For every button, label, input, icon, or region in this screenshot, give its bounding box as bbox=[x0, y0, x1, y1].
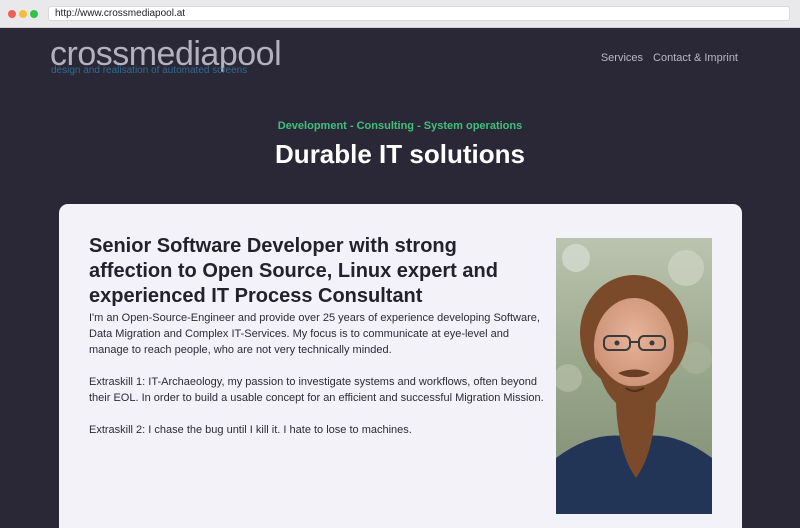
hero-title: Durable IT solutions bbox=[275, 139, 525, 169]
site-tagline: design and realisation of automated scre… bbox=[51, 65, 248, 76]
main-navigation: Services Contact & Imprint bbox=[601, 51, 738, 65]
nav-services[interactable]: Services bbox=[601, 51, 643, 65]
profile-paragraph-extraskill-1: Extraskill 1: IT-Archaeology, my passion… bbox=[89, 376, 544, 404]
profile-paragraph-intro: I'm an Open-Source-Engineer and provide … bbox=[89, 312, 540, 356]
nav-contact-imprint[interactable]: Contact & Imprint bbox=[653, 51, 738, 65]
address-bar[interactable]: http://www.crossmediapool.at bbox=[48, 6, 790, 21]
profile-description: I'm an Open-Source-Engineer and provide … bbox=[89, 310, 544, 454]
browser-toolbar: http://www.crossmediapool.at bbox=[0, 0, 800, 28]
profile-card: Senior Software Developer with strong af… bbox=[59, 204, 742, 528]
profile-paragraph-extraskill-2: Extraskill 2: I chase the bug until I ki… bbox=[89, 424, 412, 436]
profile-heading: Senior Software Developer with strong af… bbox=[89, 235, 498, 307]
maximize-window-icon[interactable] bbox=[30, 10, 38, 18]
portrait-photo bbox=[556, 238, 712, 514]
close-window-icon[interactable] bbox=[8, 10, 16, 18]
hero-kicker: Development - Consulting - System operat… bbox=[277, 120, 523, 132]
minimize-window-icon[interactable] bbox=[19, 10, 27, 18]
